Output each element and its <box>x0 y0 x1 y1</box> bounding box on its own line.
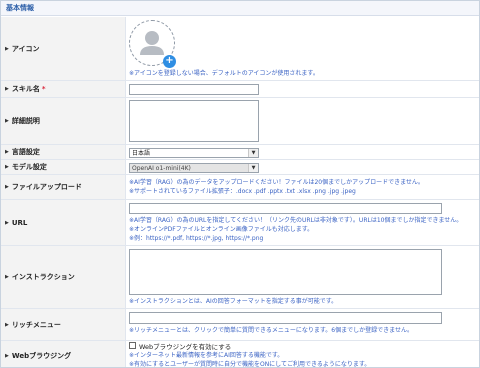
chevron-down-icon: ▼ <box>248 164 258 172</box>
label-text: スキル名 <box>11 85 40 93</box>
label-url: ▶ URL <box>1 200 126 245</box>
model-select[interactable]: OpenAI o1-mini(4K) ▼ <box>129 163 259 173</box>
triangle-icon: ▶ <box>5 86 9 92</box>
url-note-2: ※オンラインPDFファイルとオンライン画像ファイルも対応します。 <box>129 226 314 233</box>
url-note-1: ※AI学習（RAG）の為のURLを指定してください！（リンク先のURLは非対象で… <box>129 217 463 224</box>
avatar-upload[interactable]: + <box>129 20 176 68</box>
row-web-browsing: ▶ Webブラウジング Webブラウジングを有効にする ※インターネット最新情報… <box>1 341 479 368</box>
row-skill-name: ▶ スキル名 * <box>1 81 479 98</box>
add-icon[interactable]: + <box>163 55 176 68</box>
language-selected: 日本語 <box>132 150 151 157</box>
web-browsing-checkbox-label[interactable]: Webブラウジングを有効にする <box>139 341 231 351</box>
web-browsing-note-2: ※有効にするとユーザーが質問時に自分で機能をONにしてご利用できるようになります… <box>129 361 371 368</box>
triangle-icon: ▶ <box>5 321 9 328</box>
row-language: ▶ 言語設定 日本語 ▼ <box>1 145 479 160</box>
row-file-upload: ▶ ファイルアップロード ※AI学習（RAG）の為のデータをアップロードください… <box>1 175 479 200</box>
file-upload-note-1: ※AI学習（RAG）の為のデータをアップロードください！ファイルは20個までしか… <box>129 179 424 186</box>
skill-name-content <box>129 81 475 97</box>
label-text: URL <box>11 218 28 227</box>
file-upload-content: ※AI学習（RAG）の為のデータをアップロードください！ファイルは20個までしか… <box>129 175 475 199</box>
triangle-icon: ▶ <box>5 184 9 190</box>
language-content: 日本語 ▼ <box>129 145 475 159</box>
url-note-3: ※例：https://*.pdf, https://*.jpg, https:/… <box>129 235 264 242</box>
label-text: アイコン <box>11 44 40 53</box>
icon-note: ※アイコンを登録しない場合、デフォルトのアイコンが使用されます。 <box>129 70 319 77</box>
instruction-content: ※インストラクションとは、AIの回答フォーマットを指定する事が可能です。 <box>129 246 475 308</box>
label-text: モデル設定 <box>11 163 47 171</box>
label-description: ▶ 詳細説明 <box>1 98 126 144</box>
rich-menu-input[interactable] <box>129 312 442 324</box>
instruction-textarea[interactable] <box>129 249 442 295</box>
triangle-icon: ▶ <box>5 164 9 170</box>
web-browsing-note-1: ※インターネット最新情報を参考にAI回答する機能です。 <box>129 352 284 359</box>
chevron-down-icon: ▼ <box>248 149 258 157</box>
label-text: ファイルアップロード <box>11 183 82 191</box>
label-icon: ▶ アイコン <box>1 17 126 80</box>
language-select[interactable]: 日本語 ▼ <box>129 148 259 158</box>
form-panel: 基本情報 ▶ アイコン + ※アイコンを登録しない場合、デフォルトのアイコンが使… <box>0 0 480 368</box>
skill-name-input[interactable] <box>129 84 259 95</box>
label-skill-name: ▶ スキル名 * <box>1 81 126 97</box>
model-selected: OpenAI o1-mini(4K) <box>132 165 191 172</box>
file-upload-note-2: ※サポートされているファイル拡張子：.docx .pdf .pptx .txt … <box>129 188 356 195</box>
web-browsing-checkbox[interactable] <box>129 342 136 349</box>
description-textarea[interactable] <box>129 100 259 142</box>
label-model: ▶ モデル設定 <box>1 160 126 174</box>
instruction-note: ※インストラクションとは、AIの回答フォーマットを指定する事が可能です。 <box>129 298 338 305</box>
row-rich-menu: ▶ リッチメニュー ※リッチメニューとは、クリックで簡単に質問できるメニューにな… <box>1 309 479 341</box>
triangle-icon: ▶ <box>5 149 9 155</box>
triangle-icon: ▶ <box>5 118 9 124</box>
section-title: 基本情報 <box>1 1 479 16</box>
web-browsing-content: Webブラウジングを有効にする ※インターネット最新情報を参考にAI回答する機能… <box>129 341 475 368</box>
label-file-upload: ▶ ファイルアップロード <box>1 175 126 199</box>
model-content: OpenAI o1-mini(4K) ▼ <box>129 160 475 174</box>
label-instruction: ▶ インストラクション <box>1 246 126 308</box>
row-icon: ▶ アイコン + ※アイコンを登録しない場合、デフォルトのアイコンが使用されます… <box>1 17 479 81</box>
label-rich-menu: ▶ リッチメニュー <box>1 309 126 340</box>
label-text: 言語設定 <box>11 148 40 156</box>
label-text: Webブラウジング <box>11 352 72 360</box>
rich-menu-content: ※リッチメニューとは、クリックで簡単に質問できるメニューになります。6個までしか… <box>129 309 475 340</box>
url-input[interactable] <box>129 203 442 214</box>
triangle-icon: ▶ <box>5 353 9 359</box>
row-url: ▶ URL ※AI学習（RAG）の為のURLを指定してください！（リンク先のUR… <box>1 200 479 246</box>
row-description: ▶ 詳細説明 <box>1 98 479 145</box>
description-content <box>129 98 475 144</box>
row-instruction: ▶ インストラクション ※インストラクションとは、AIの回答フォーマットを指定す… <box>1 246 479 309</box>
label-text: リッチメニュー <box>11 320 61 329</box>
required-mark: * <box>41 85 46 93</box>
label-text: インストラクション <box>11 273 75 281</box>
rich-menu-note: ※リッチメニューとは、クリックで簡単に質問できるメニューになります。6個までしか… <box>129 327 413 334</box>
label-text: 詳細説明 <box>11 117 40 125</box>
triangle-icon: ▶ <box>5 45 9 52</box>
row-model: ▶ モデル設定 OpenAI o1-mini(4K) ▼ <box>1 160 479 175</box>
label-web-browsing: ▶ Webブラウジング <box>1 341 126 367</box>
icon-content: + ※アイコンを登録しない場合、デフォルトのアイコンが使用されます。 <box>129 17 475 80</box>
label-language: ▶ 言語設定 <box>1 145 126 159</box>
triangle-icon: ▶ <box>5 219 9 226</box>
triangle-icon: ▶ <box>5 274 9 280</box>
url-content: ※AI学習（RAG）の為のURLを指定してください！（リンク先のURLは非対象で… <box>129 200 475 245</box>
